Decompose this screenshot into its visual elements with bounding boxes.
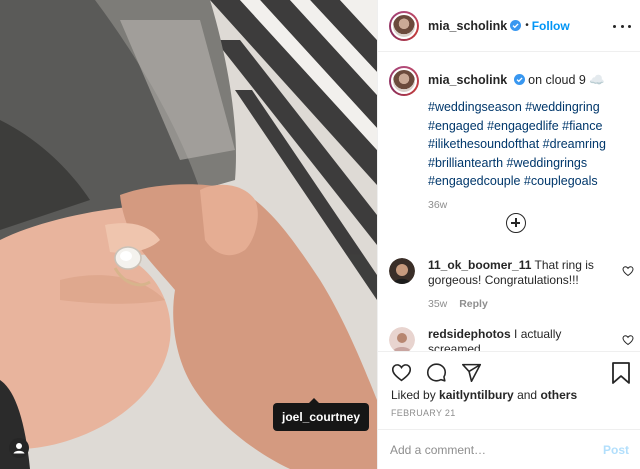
save-bookmark-icon[interactable] — [611, 362, 631, 384]
avatar[interactable] — [389, 327, 415, 351]
user-tag-icon[interactable] — [8, 437, 30, 459]
header-username[interactable]: mia_scholink — [428, 19, 507, 33]
liked-by-others[interactable]: others — [540, 388, 577, 402]
post-comment-button[interactable]: Post — [603, 443, 629, 457]
comment-icon[interactable] — [426, 362, 447, 383]
share-icon[interactable] — [461, 362, 482, 383]
hashtag-line[interactable]: #engagedcouple #couplegoals — [428, 172, 606, 191]
instagram-post: joel_courtney mia_scholink • Follow mia_… — [0, 0, 640, 469]
hashtag-line[interactable]: #ilikethesoundofthat #dreamring — [428, 135, 606, 154]
caption-text: on cloud 9 ☁️ — [528, 73, 605, 87]
verified-badge-icon — [513, 74, 525, 85]
comment-time[interactable]: 35w — [428, 298, 447, 310]
liked-by-and: and — [517, 388, 538, 402]
separator-dot: • — [525, 20, 529, 31]
liked-by-prefix: Liked by — [391, 388, 436, 402]
avatar[interactable] — [389, 10, 419, 41]
liked-by-text: Liked by kaitlyntilbury and others — [391, 388, 577, 402]
add-comment-plus-icon[interactable] — [506, 213, 526, 233]
follow-button[interactable]: Follow — [532, 19, 570, 33]
heart-icon[interactable] — [622, 334, 634, 346]
comment-input[interactable] — [390, 442, 603, 457]
avatar[interactable] — [389, 66, 419, 96]
comment-username[interactable]: 11_ok_boomer_11 — [428, 258, 531, 272]
photo-image — [0, 0, 377, 469]
user-tag-label[interactable]: joel_courtney — [273, 398, 370, 431]
hashtag-line[interactable]: #engaged #engagedlife #fiance — [428, 117, 606, 136]
hashtag-line[interactable]: #brilliantearth #weddingrings — [428, 154, 606, 173]
avatar[interactable] — [389, 258, 415, 284]
hashtag-line[interactable]: #weddingseason #weddingring — [428, 98, 606, 117]
verified-badge-icon — [510, 20, 522, 31]
post-side-panel: mia_scholink • Follow mia_scholink on cl… — [377, 0, 640, 469]
post-photo[interactable]: joel_courtney — [0, 0, 377, 469]
caption-hashtags: #weddingseason #weddingring #engaged #en… — [428, 98, 606, 191]
comment-item: redsidephotos I actually screamed. CONGR… — [389, 327, 634, 351]
post-date[interactable]: FEBRUARY 21 — [391, 408, 456, 418]
comments-list: 11_ok_boomer_11 That ring is gorgeous! C… — [378, 245, 640, 351]
heart-icon[interactable] — [622, 265, 634, 277]
post-header: mia_scholink • Follow — [378, 0, 640, 52]
caption-username[interactable]: mia_scholink — [428, 73, 507, 87]
more-options-icon[interactable] — [613, 19, 631, 33]
add-comment-bar: Post — [378, 429, 640, 469]
comment-username[interactable]: redsidephotos — [428, 327, 511, 341]
post-actions: Liked by kaitlyntilbury and others FEBRU… — [378, 351, 640, 429]
reply-button[interactable]: Reply — [459, 298, 488, 310]
comment-item: 11_ok_boomer_11 That ring is gorgeous! C… — [389, 258, 634, 312]
heart-icon[interactable] — [391, 362, 412, 383]
caption: mia_scholink on cloud 9 ☁️ #weddingseaso… — [389, 66, 634, 211]
liked-by-user[interactable]: kaitlyntilbury — [439, 388, 514, 402]
caption-time[interactable]: 36w — [428, 199, 606, 211]
